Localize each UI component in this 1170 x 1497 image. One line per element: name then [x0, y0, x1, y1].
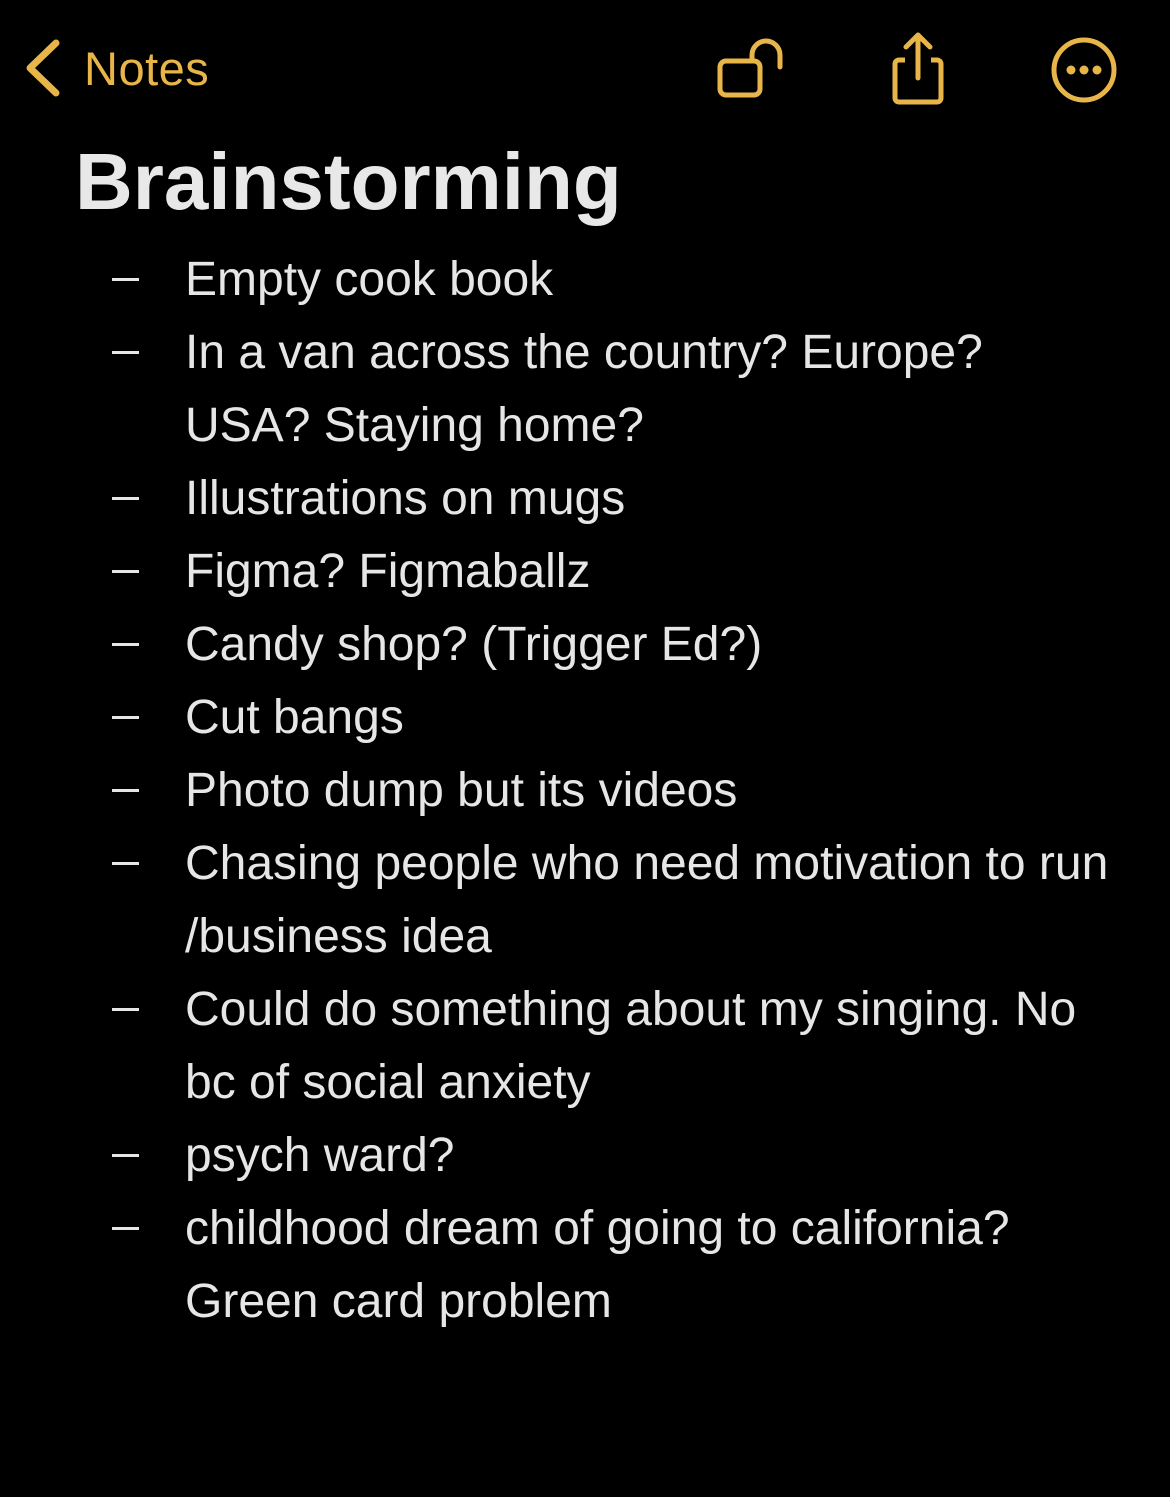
dash-bullet [110, 1192, 150, 1265]
dash-bullet [110, 462, 150, 535]
dash-bullet [110, 754, 150, 827]
dash-bullet [110, 316, 150, 389]
note-bullet-list[interactable]: Empty cook book In a van across the coun… [0, 243, 1170, 1338]
list-item[interactable]: Empty cook book [0, 243, 1170, 316]
list-item-text: Chasing people who need motivation to ru… [185, 837, 1109, 963]
list-item-text: psych ward? [185, 1129, 455, 1182]
note-title[interactable]: Brainstorming [75, 134, 622, 230]
dash-bullet [110, 243, 150, 316]
unlocked-padlock-icon [710, 35, 790, 105]
list-item-text: Figma? Figmaballz [185, 545, 591, 598]
list-item[interactable]: Candy shop? (Trigger Ed?) [0, 608, 1170, 681]
navigation-bar: Notes [0, 0, 1170, 136]
list-item-text: Cut bangs [185, 691, 404, 744]
dash-bullet [110, 681, 150, 754]
list-item-text: In a van across the country? Europe? USA… [185, 326, 983, 452]
chevron-left-icon [22, 37, 62, 99]
back-button[interactable]: Notes [22, 34, 209, 102]
list-item-text: Illustrations on mugs [185, 472, 626, 525]
share-icon [883, 30, 953, 110]
list-item[interactable]: Illustrations on mugs [0, 462, 1170, 535]
list-item[interactable]: Photo dump but its videos [0, 754, 1170, 827]
list-item-text: Could do something about my singing. No … [185, 983, 1077, 1109]
dash-bullet [110, 608, 150, 681]
dash-bullet [110, 1119, 150, 1192]
list-item[interactable]: psych ward? [0, 1119, 1170, 1192]
lock-button[interactable] [708, 30, 792, 110]
dash-bullet [110, 827, 150, 900]
list-item-text: Empty cook book [185, 253, 554, 306]
list-item[interactable]: childhood dream of going to california? … [0, 1192, 1170, 1338]
list-item[interactable]: Chasing people who need motivation to ru… [0, 827, 1170, 973]
back-label: Notes [84, 41, 210, 95]
list-item[interactable]: Cut bangs [0, 681, 1170, 754]
more-options-button[interactable] [1042, 30, 1126, 110]
list-item-text: childhood dream of going to california? … [185, 1202, 1010, 1328]
list-item[interactable]: In a van across the country? Europe? USA… [0, 316, 1170, 462]
dash-bullet [110, 973, 150, 1046]
ellipsis-circle-icon [1049, 35, 1119, 105]
share-button[interactable] [876, 30, 960, 110]
list-item-text: Photo dump but its videos [185, 764, 738, 817]
list-item[interactable]: Could do something about my singing. No … [0, 973, 1170, 1119]
dash-bullet [110, 535, 150, 608]
list-item-text: Candy shop? (Trigger Ed?) [185, 618, 763, 671]
list-item[interactable]: Figma? Figmaballz [0, 535, 1170, 608]
